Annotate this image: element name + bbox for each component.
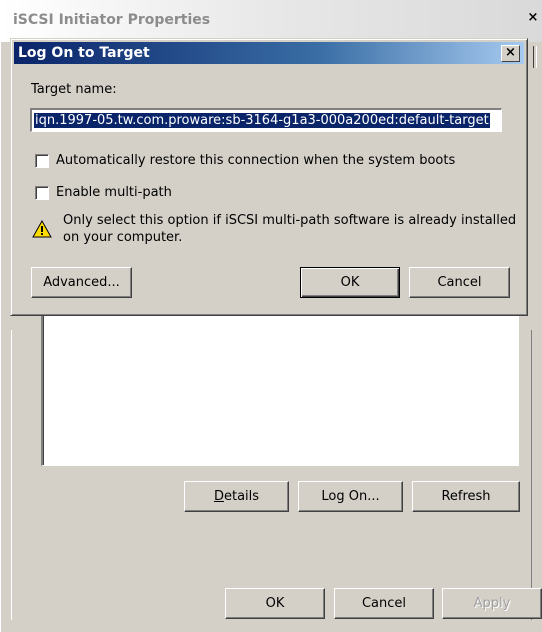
tab-edge [533, 46, 537, 68]
log-on-button-label: Log On... [321, 489, 380, 504]
parent-cancel-button[interactable]: Cancel [334, 588, 434, 619]
multipath-warning-text: Only select this option if iSCSI multi-p… [63, 213, 517, 245]
ok-button[interactable]: OK [300, 267, 400, 298]
refresh-button[interactable]: Refresh [412, 481, 520, 512]
apply-button[interactable]: Apply [442, 588, 542, 619]
log-on-to-target-dialog: Log On to Target × Target name: iqn.1997… [10, 38, 528, 316]
auto-restore-checkbox[interactable] [35, 154, 49, 168]
cancel-button[interactable]: Cancel [409, 267, 510, 298]
advanced-button-label: Advanced... [43, 275, 120, 290]
dialog-title-bar: Log On to Target × [14, 42, 524, 64]
warning-icon [32, 220, 52, 238]
log-on-button[interactable]: Log On... [298, 481, 403, 512]
parent-ok-button[interactable]: OK [225, 588, 325, 619]
enable-multipath-checkbox[interactable] [35, 186, 49, 200]
details-label-rest: etails [223, 489, 260, 504]
targets-list[interactable] [41, 310, 519, 466]
auto-restore-label[interactable]: Automatically restore this connection wh… [56, 153, 455, 168]
parent-close-icon[interactable]: × [525, 11, 541, 26]
target-name-label: Target name: [31, 82, 117, 97]
dialog-title: Log On to Target [18, 45, 150, 61]
target-name-value: iqn.1997-05.tw.com.proware:sb-3164-g1a3-… [34, 113, 490, 128]
refresh-button-label: Refresh [441, 489, 491, 504]
group-border-right [531, 330, 532, 620]
parent-title-bar: iSCSI Initiator Properties × [1, 0, 542, 42]
enable-multipath-label[interactable]: Enable multi-path [56, 185, 172, 200]
parent-window-title: iSCSI Initiator Properties [13, 12, 211, 28]
parent-ok-label: OK [265, 596, 285, 611]
group-border-left [11, 330, 12, 620]
apply-label: Apply [473, 596, 511, 611]
close-glyph: × [505, 45, 516, 60]
cancel-button-label: Cancel [437, 275, 482, 290]
parent-cancel-label: Cancel [361, 596, 407, 611]
close-icon[interactable]: × [501, 45, 520, 62]
ok-button-label: OK [340, 275, 360, 290]
target-name-field[interactable]: iqn.1997-05.tw.com.proware:sb-3164-g1a3-… [30, 108, 502, 132]
details-button-label: Details [213, 489, 260, 504]
details-button[interactable]: Details [184, 481, 289, 512]
advanced-button[interactable]: Advanced... [31, 267, 132, 298]
